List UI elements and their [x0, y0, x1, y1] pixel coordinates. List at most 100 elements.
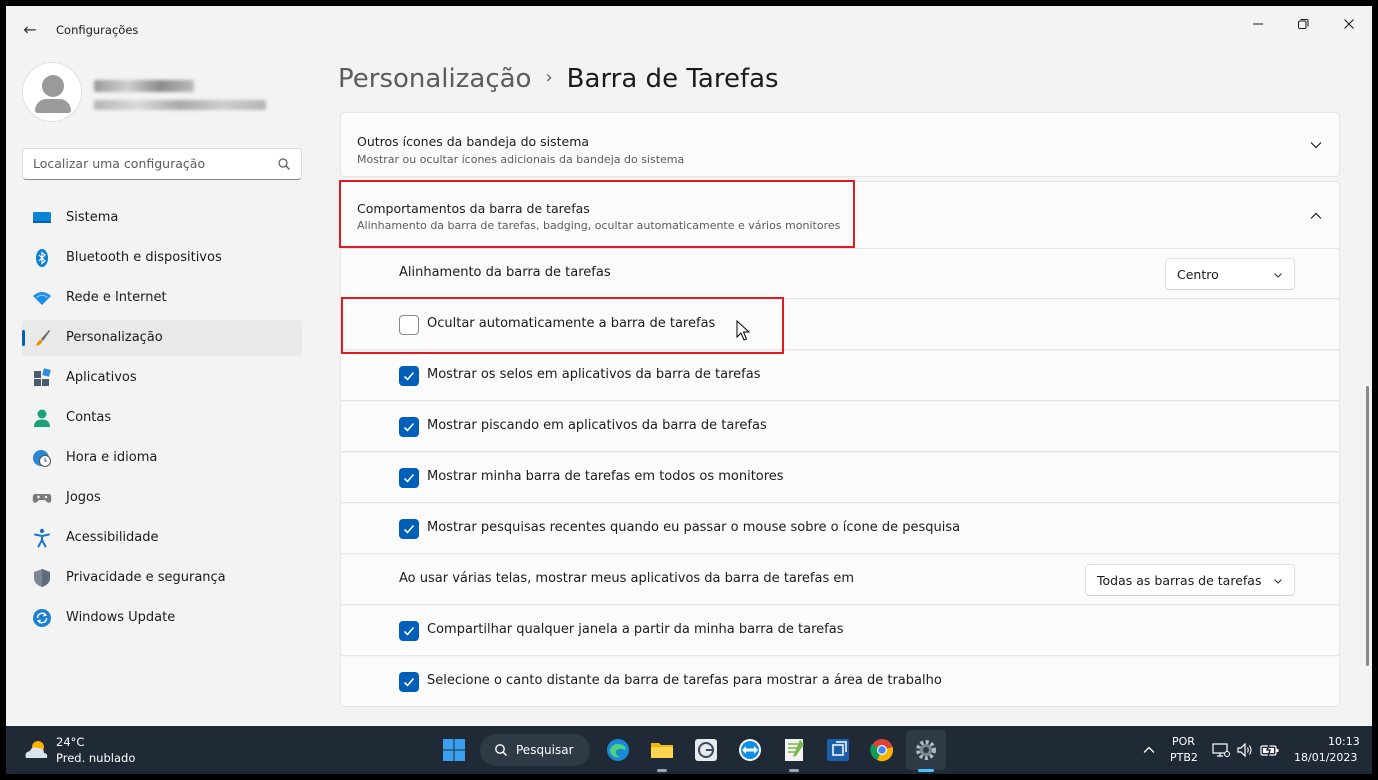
clock-time[interactable]: 10:13 — [1328, 735, 1360, 748]
sidebar-item-label: Bluetooth e dispositivos — [66, 250, 222, 265]
clock-date[interactable]: 18/01/2023 — [1294, 751, 1357, 764]
chevron-up-icon[interactable] — [1142, 743, 1156, 757]
sidebar-item-acessibilidade[interactable]: Acessibilidade — [22, 520, 302, 556]
tray-icons-section[interactable]: Outros ícones da bandeja do sistema Most… — [340, 112, 1340, 177]
badges-checkbox[interactable] — [399, 366, 419, 386]
user-email-redacted — [94, 100, 266, 110]
tray-section-title: Outros ícones da bandeja do sistema — [357, 134, 590, 149]
accessibility-icon — [34, 528, 50, 548]
teamviewer-icon[interactable] — [736, 736, 764, 764]
sidebar-item-label: Contas — [66, 410, 112, 425]
sidebar-item-label: Personalização — [66, 330, 163, 345]
close-icon — [1344, 19, 1354, 29]
file-explorer-icon[interactable] — [648, 736, 676, 764]
minimize-icon — [1253, 23, 1263, 25]
sidebar-item-jogos[interactable]: Jogos — [22, 480, 302, 516]
recent-searches-checkbox[interactable] — [399, 519, 419, 539]
notepad-running-indicator — [789, 769, 799, 772]
badges-row[interactable]: Mostrar os selos em aplicativos da barra… — [340, 351, 1340, 401]
volume-icon[interactable] — [1236, 741, 1254, 759]
checkmark-icon — [403, 677, 415, 687]
windows-start-icon[interactable] — [440, 736, 468, 764]
network-monitor-icon[interactable] — [1212, 741, 1230, 759]
badges-label: Mostrar os selos em aplicativos da barra… — [427, 367, 761, 382]
far-corner-checkbox[interactable] — [399, 672, 419, 692]
avatar-body-icon — [35, 99, 71, 113]
battery-charging-icon[interactable] — [1260, 741, 1280, 759]
breadcrumb-separator-icon: › — [545, 67, 553, 88]
gamepad-icon — [32, 494, 52, 503]
share-window-label: Compartilhar qualquer janela a partir da… — [427, 622, 844, 637]
sidebar-item-sistema[interactable]: Sistema — [22, 200, 302, 236]
page-title: Barra de Tarefas — [566, 64, 779, 94]
search-placeholder: Localizar uma configuração — [33, 156, 206, 171]
sidebar-item-label: Rede e Internet — [66, 290, 167, 305]
avatar-head-icon — [42, 75, 64, 97]
sketchup-icon[interactable] — [824, 736, 852, 764]
weather-temperature: 24°C — [56, 735, 85, 749]
alignment-row: Alinhamento da barra de tarefas Centro — [340, 249, 1340, 299]
sidebar-item-label: Aplicativos — [66, 370, 137, 385]
person-icon — [34, 409, 50, 427]
flashing-label: Mostrar piscando em aplicativos da barra… — [427, 418, 767, 433]
recent-searches-row[interactable]: Mostrar pesquisas recentes quando eu pas… — [340, 504, 1340, 554]
all-monitors-row[interactable]: Mostrar minha barra de tarefas em todos … — [340, 453, 1340, 503]
sidebar-item-hora[interactable]: Hora e idioma — [22, 440, 302, 476]
settings-search-box[interactable]: Localizar uma configuração — [22, 148, 302, 180]
app-g-icon[interactable] — [692, 736, 720, 764]
share-window-row[interactable]: Compartilhar qualquer janela a partir da… — [340, 606, 1340, 656]
breadcrumb-parent[interactable]: Personalização — [338, 64, 531, 94]
avatar — [22, 62, 82, 122]
sidebar-nav: Sistema Bluetooth e dispositivos Rede e … — [22, 200, 302, 640]
sidebar-item-privacidade[interactable]: Privacidade e segurança — [22, 560, 302, 596]
title-bar: ← Configurações — [6, 6, 1372, 52]
share-window-checkbox[interactable] — [399, 621, 419, 641]
sidebar-item-label: Privacidade e segurança — [66, 570, 226, 585]
tray-section-subtitle: Mostrar ou ocultar ícones adicionais da … — [357, 153, 685, 166]
taskbar-search-label: Pesquisar — [516, 743, 574, 757]
checkmark-icon — [403, 626, 415, 636]
sidebar-item-aplicativos[interactable]: Aplicativos — [22, 360, 302, 396]
close-button[interactable] — [1331, 12, 1367, 42]
chevron-down-icon — [1274, 273, 1282, 278]
multi-display-dropdown[interactable]: Todas as barras de tarefas — [1085, 564, 1295, 596]
back-button[interactable]: ← — [18, 18, 42, 42]
notepad-plus-icon[interactable] — [780, 736, 808, 764]
sidebar-item-contas[interactable]: Contas — [22, 400, 302, 436]
all-monitors-checkbox[interactable] — [399, 468, 419, 488]
settings-active-indicator — [918, 769, 934, 772]
chevron-up-icon — [1310, 212, 1322, 219]
sidebar-item-label: Jogos — [66, 490, 101, 505]
sidebar-item-rede[interactable]: Rede e Internet — [22, 280, 302, 316]
alignment-dropdown[interactable]: Centro — [1165, 258, 1295, 290]
sidebar-item-personalizacao[interactable]: Personalização — [22, 320, 302, 356]
scrollbar-thumb[interactable] — [1366, 386, 1369, 666]
far-corner-row[interactable]: Selecione o canto distante da barra de t… — [340, 657, 1340, 707]
settings-gear-icon[interactable] — [912, 736, 940, 764]
alignment-value: Centro — [1177, 267, 1219, 282]
all-monitors-label: Mostrar minha barra de tarefas em todos … — [427, 469, 784, 484]
checkmark-icon — [403, 422, 415, 432]
sidebar-item-label: Acessibilidade — [66, 530, 159, 545]
app-title: Configurações — [56, 23, 139, 37]
brush-icon — [36, 330, 50, 346]
taskbar: 24°C Pred. nublado Pesquisar POR PTB2 10… — [6, 726, 1372, 774]
sidebar-item-windows-update[interactable]: Windows Update — [22, 600, 302, 636]
input-language[interactable]: POR — [1172, 735, 1195, 748]
minimize-button[interactable] — [1240, 12, 1276, 42]
multi-display-row: Ao usar várias telas, mostrar meus aplic… — [340, 555, 1340, 605]
keyboard-layout[interactable]: PTB2 — [1170, 751, 1198, 764]
restore-button[interactable] — [1285, 12, 1321, 42]
flashing-row[interactable]: Mostrar piscando em aplicativos da barra… — [340, 402, 1340, 452]
apps-icon — [34, 368, 51, 386]
chrome-icon[interactable] — [868, 736, 896, 764]
back-arrow-icon: ← — [23, 20, 37, 39]
user-name-redacted — [94, 80, 194, 92]
highlight-box-behaviors — [339, 180, 855, 248]
edge-browser-icon[interactable] — [604, 736, 632, 764]
flashing-checkbox[interactable] — [399, 417, 419, 437]
recent-searches-label: Mostrar pesquisas recentes quando eu pas… — [427, 520, 961, 535]
taskbar-search-button[interactable]: Pesquisar — [480, 734, 590, 766]
sidebar-item-bluetooth[interactable]: Bluetooth e dispositivos — [22, 240, 302, 276]
weather-cloud-icon[interactable] — [22, 738, 50, 762]
